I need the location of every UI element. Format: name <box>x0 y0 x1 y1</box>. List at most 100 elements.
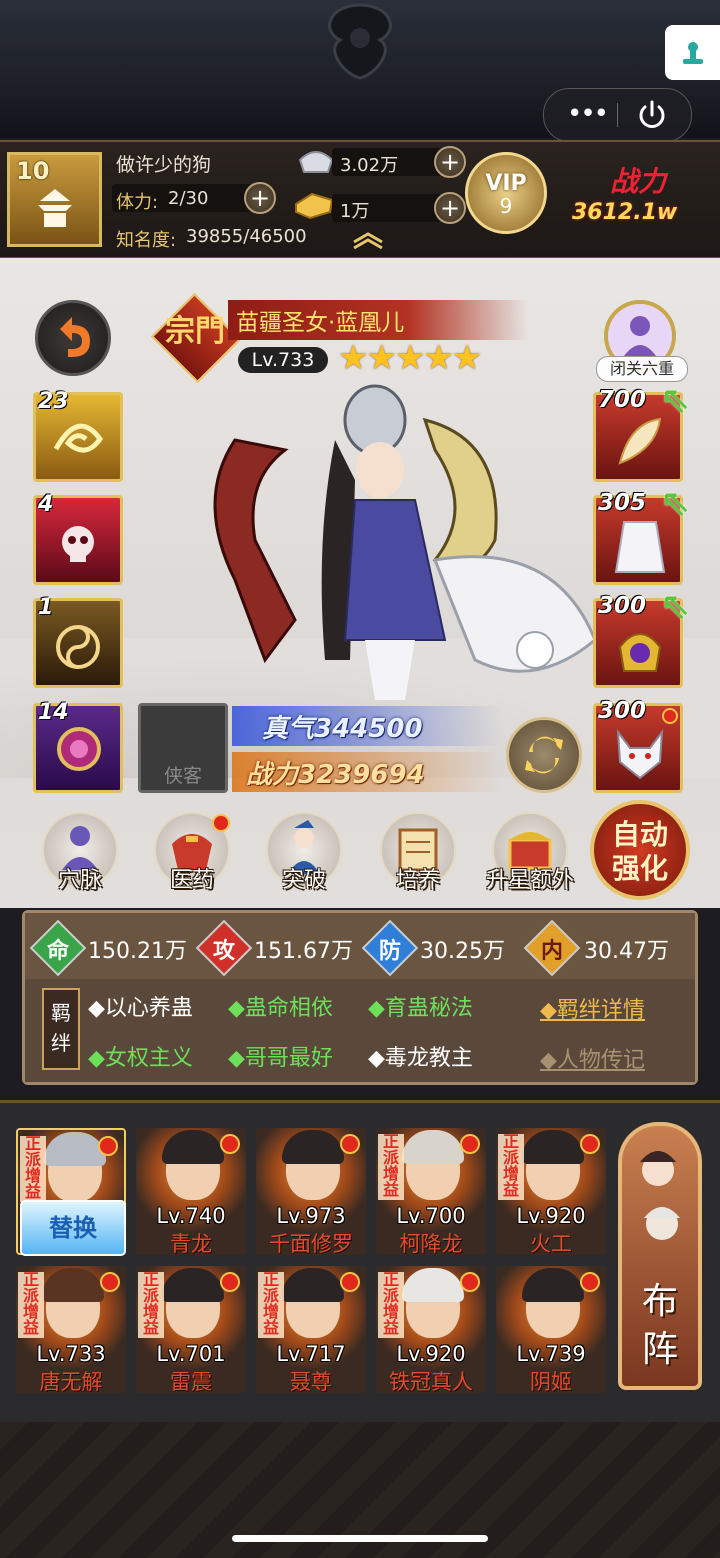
vip-badge[interactable]: VIP 9 <box>465 152 547 234</box>
expand-chevron-icon[interactable] <box>350 230 386 250</box>
roster-card[interactable]: 正派增益 Lv.920 火工 <box>496 1128 606 1255</box>
skill-slot-3[interactable]: 1 <box>33 595 123 688</box>
vip-level: 9 <box>499 194 513 218</box>
roster-level: Lv.717 <box>276 1342 346 1366</box>
defense-value: 30.25万 <box>420 939 505 964</box>
bond-item: ◆女权主义 <box>88 1046 193 1071</box>
bond-item: ◆哥哥最好 <box>228 1046 333 1071</box>
roster-card[interactable]: Lv.973 千面修罗 <box>256 1128 366 1255</box>
player-level: 10 <box>16 157 50 185</box>
cultivate-label: 培养 <box>395 868 440 893</box>
roster-level: Lv.973 <box>276 1204 346 1228</box>
replace-button[interactable]: 替换 <box>20 1200 126 1256</box>
sect-bonus-tag: 正派增益 <box>138 1272 164 1338</box>
upgrade-arrow-icon: ⇖ <box>660 483 691 524</box>
roster-level: Lv.920 <box>516 1204 586 1228</box>
stamina-label: 体力: <box>116 192 159 213</box>
hp-icon-text: 命 <box>46 939 69 964</box>
refresh-icon <box>525 736 563 774</box>
vip-label: VIP <box>485 171 527 196</box>
roster-level: Lv.739 <box>516 1342 586 1366</box>
roster-card[interactable]: 正派增益 Lv.920 铁冠真人 <box>376 1266 486 1393</box>
bond-details-link[interactable]: ◆羁绊详情 <box>540 992 645 1024</box>
silver-value: 3.02万 <box>340 155 399 176</box>
formation-label-text: 布阵 <box>641 1281 678 1370</box>
bond-item: ◆育蛊秘法 <box>368 996 473 1021</box>
roof-ornament-icon <box>328 3 392 80</box>
notification-dot <box>220 1134 240 1154</box>
mini-program-share-button[interactable] <box>665 25 720 80</box>
bond-item: ◆蛊命相依 <box>228 996 333 1021</box>
silver-ingot-icon <box>298 151 334 173</box>
equipment-slot-4[interactable]: 300 <box>593 698 683 793</box>
fame-value: 39855/46500 <box>186 226 307 247</box>
notification-dot <box>212 814 230 832</box>
notification-dot <box>580 1272 600 1292</box>
roster-name: 雷震 <box>170 1370 212 1393</box>
roster-card[interactable]: 正派增益 Lv.701 雷震 <box>136 1266 246 1393</box>
auto-strengthen-label: 自动强化 <box>611 818 668 885</box>
mini-program-capsule: ••• <box>543 88 692 142</box>
add-silver-button[interactable]: + <box>434 146 466 178</box>
add-stamina-button[interactable]: + <box>244 182 276 214</box>
roster-name: 青龙 <box>170 1232 212 1255</box>
gold-ingot-icon <box>295 192 334 220</box>
roster-card[interactable]: 正派增益 Lv.700 柯降龙 <box>376 1128 486 1255</box>
defense-icon-text: 防 <box>378 939 401 964</box>
notification-dot <box>220 1272 240 1292</box>
skull-icon <box>62 526 94 562</box>
bond-tag: 羁绊 <box>42 988 80 1070</box>
roster-level: Lv.700 <box>396 1204 466 1228</box>
bond-item: ◆毒龙教主 <box>368 1046 473 1071</box>
upgrade-arrow-icon: ⇖ <box>660 586 691 627</box>
home-indicator[interactable] <box>232 1535 488 1542</box>
inner-icon-text: 内 <box>540 939 563 964</box>
roster-card[interactable]: 正派增益 Lv.733 唐无解 <box>16 1266 126 1393</box>
companion-slot[interactable]: 侠客 <box>138 703 228 793</box>
sect-bonus-tag: 正派增益 <box>498 1134 524 1200</box>
breakthrough-label: 突破 <box>281 868 326 893</box>
equipment-level: 300 <box>598 698 647 724</box>
notification-dot <box>98 1136 118 1156</box>
more-options-icon[interactable]: ••• <box>562 99 612 129</box>
upgrade-arrow-icon: ⇖ <box>660 380 691 421</box>
formation-heroes-icon <box>640 1151 680 1240</box>
formation-label: 布阵 <box>618 1278 702 1374</box>
roster-name: 千面修罗 <box>269 1232 353 1255</box>
skill-slot-4[interactable]: 14 <box>33 700 123 793</box>
player-name: 做许少的狗 <box>116 154 212 176</box>
sect-bonus-tag: 正派增益 <box>18 1272 44 1338</box>
back-button[interactable] <box>35 300 111 376</box>
sect-bonus-tag: 正派增益 <box>20 1136 46 1202</box>
roster-card[interactable]: Lv.739 阴姬 <box>496 1266 606 1393</box>
pavilion-icon <box>38 189 72 227</box>
roster-level: Lv.740 <box>156 1204 226 1228</box>
skill-slot-1[interactable]: 23 <box>33 389 123 482</box>
equipment-level: 305 <box>598 490 647 516</box>
biography-link[interactable]: ◆人物传记 <box>540 1042 645 1074</box>
undo-arrow-icon <box>60 317 90 357</box>
bond-tag-text: 羁绊 <box>51 1001 71 1055</box>
add-gold-button[interactable]: + <box>434 192 466 224</box>
player-avatar[interactable]: 10 <box>7 152 102 247</box>
bond-item: ◆以心养蛊 <box>88 996 193 1021</box>
skill-slot-2[interactable]: 4 <box>33 492 123 585</box>
equipment-level: 700 <box>598 387 647 413</box>
notification-dot <box>100 1272 120 1292</box>
fame-label: 知名度: <box>116 230 177 251</box>
roster-card[interactable]: Lv.740 青龙 <box>136 1128 246 1255</box>
stamina-value: 2/30 <box>168 188 209 209</box>
switch-hero-button[interactable] <box>506 717 582 793</box>
capsule-divider <box>617 103 618 127</box>
meridian-label: 穴脉 <box>57 868 102 893</box>
power-off-icon[interactable] <box>634 97 670 133</box>
zhenqi-value: 真气344500 <box>262 714 423 744</box>
hp-value: 150.21万 <box>88 939 187 964</box>
gold-value: 1万 <box>340 201 370 222</box>
skill-level: 4 <box>38 492 54 517</box>
taiji-scroll-icon <box>56 625 100 669</box>
roster-level: Lv.733 <box>36 1342 106 1366</box>
auto-strengthen-button[interactable]: 自动强化 <box>590 800 690 900</box>
companion-label: 侠客 <box>163 765 202 787</box>
roster-card[interactable]: 正派增益 Lv.717 聂尊 <box>256 1266 366 1393</box>
